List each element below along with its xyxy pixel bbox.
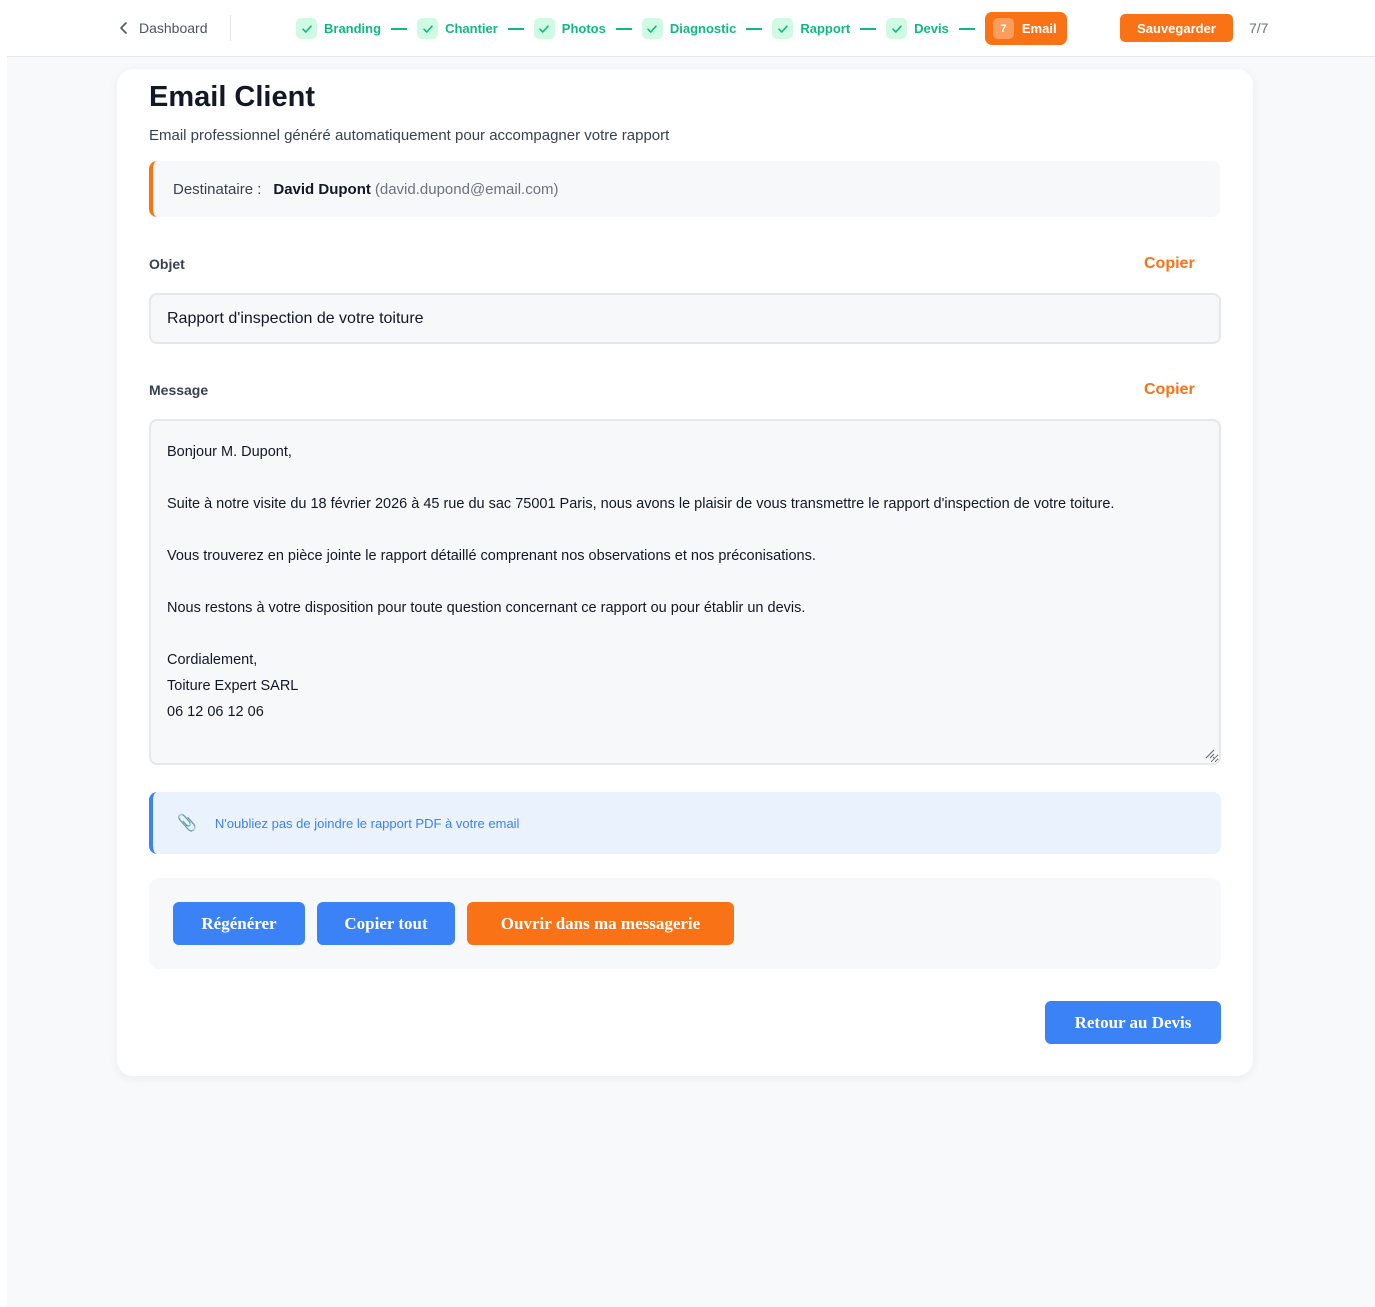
check-icon: [886, 18, 908, 39]
save-button[interactable]: Sauvegarder: [1120, 14, 1233, 42]
page-subtitle: Email professionnel généré automatiqueme…: [149, 127, 670, 144]
message-line: Suite à notre visite du 18 février 2026 …: [167, 496, 1115, 512]
check-icon: [533, 18, 555, 39]
copy-subject-button[interactable]: Copier: [1144, 255, 1195, 273]
chevron-left-icon: [120, 22, 127, 34]
top-bar: Dashboard Branding Chantier Photos Diagn…: [7, 0, 1375, 57]
message-line: [167, 621, 1203, 647]
message-line: [167, 517, 1203, 543]
email-card: Email Client Email professionnel généré …: [117, 69, 1253, 1076]
step-diagnostic[interactable]: Diagnostic: [641, 18, 737, 39]
page-title: Email Client: [149, 81, 315, 113]
subject-label: Objet: [149, 256, 185, 272]
check-icon: [417, 18, 439, 39]
step-connector: [615, 27, 632, 30]
step-connector: [958, 27, 975, 30]
message-line: Nous restons à votre disposition pour to…: [167, 600, 806, 616]
message-line: Cordialement,: [167, 652, 258, 668]
step-label: Rapport: [800, 21, 851, 36]
message-line: [167, 569, 1203, 595]
step-email-active[interactable]: 7 Email: [984, 12, 1067, 45]
step-rapport[interactable]: Rapport: [772, 18, 850, 39]
message-line: Vous trouverez en pièce jointe le rappor…: [167, 548, 816, 564]
topbar-divider: [230, 15, 231, 41]
back-to-dashboard-link[interactable]: Dashboard: [117, 17, 208, 39]
check-icon: [772, 18, 794, 39]
back-to-devis-button[interactable]: Retour au Devis: [1045, 1001, 1221, 1044]
step-label: Photos: [561, 21, 606, 36]
step-photos[interactable]: Photos: [533, 18, 606, 39]
step-connector: [507, 27, 524, 30]
step-label: Email: [1021, 21, 1057, 36]
recipient-label: Destinataire :: [173, 180, 262, 198]
reminder-text: N'oubliez pas de joindre le rapport PDF …: [214, 815, 520, 831]
check-icon: [296, 18, 317, 39]
attachment-reminder: 📎 N'oubliez pas de joindre le rapport PD…: [149, 792, 1221, 854]
step-label: Diagnostic: [669, 21, 737, 36]
step-devis[interactable]: Devis: [886, 18, 949, 39]
step-chantier[interactable]: Chantier: [417, 18, 498, 39]
step-branding[interactable]: Branding: [296, 18, 381, 39]
check-icon: [641, 18, 663, 39]
message-line: Bonjour M. Dupont,: [167, 444, 292, 460]
regenerate-button[interactable]: Régénérer: [173, 902, 305, 945]
copy-all-button[interactable]: Copier tout: [317, 902, 455, 945]
step-label: Chantier: [445, 21, 498, 36]
step-counter: 7/7: [1249, 20, 1269, 36]
message-line: [167, 465, 1203, 491]
action-bar: Régénérer Copier tout Ouvrir dans ma mes…: [149, 878, 1221, 969]
recipient-email: (david.dupond@email.com): [374, 180, 559, 198]
step-label: Devis: [914, 21, 949, 36]
copy-message-button[interactable]: Copier: [1144, 381, 1195, 399]
step-label: Branding: [324, 21, 382, 36]
step-connector: [391, 27, 408, 30]
paperclip-icon: 📎: [177, 815, 197, 832]
step-connector: [860, 27, 877, 30]
message-line: 06 12 06 12 06: [167, 704, 264, 720]
back-link-label: Dashboard: [139, 20, 208, 36]
open-mail-client-button[interactable]: Ouvrir dans ma messagerie: [467, 902, 734, 945]
message-label: Message: [149, 382, 209, 398]
message-line: Toiture Expert SARL: [167, 678, 299, 694]
recipient-box: Destinataire : David Dupont (david.dupon…: [149, 161, 1220, 217]
step-connector: [746, 27, 763, 30]
progress-stepper: Branding Chantier Photos Diagnostic Rapp…: [296, 12, 1067, 45]
step-number: 7: [992, 18, 1014, 39]
subject-input[interactable]: [149, 293, 1221, 344]
message-textarea[interactable]: Bonjour M. Dupont, Suite à notre visite …: [149, 419, 1221, 765]
recipient-name: David Dupont: [273, 180, 371, 198]
resize-grip-icon[interactable]: [1203, 747, 1215, 759]
